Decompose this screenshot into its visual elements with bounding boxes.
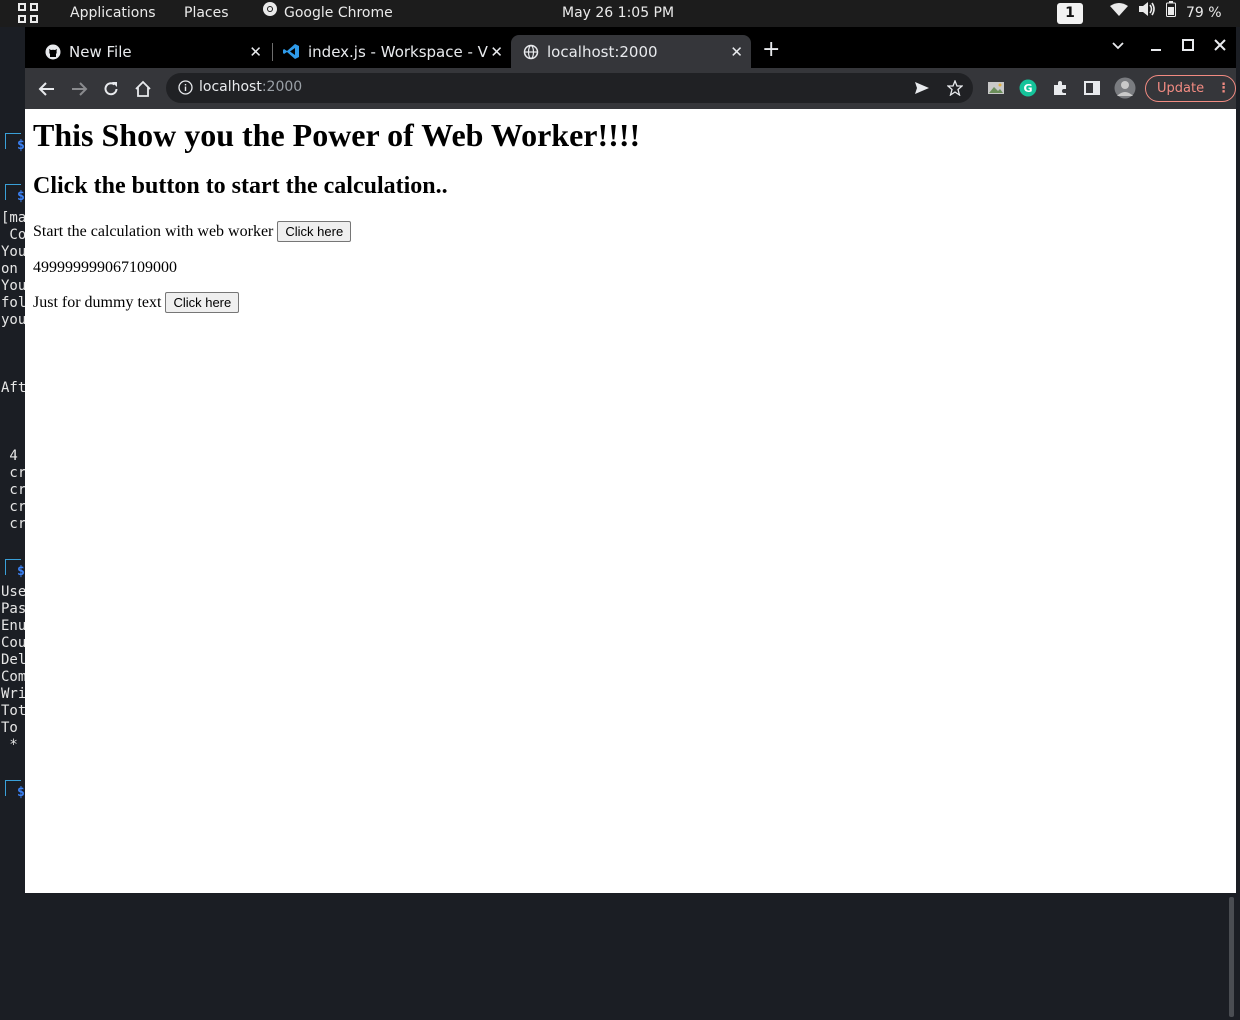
- new-tab-button[interactable]: +: [762, 39, 780, 61]
- terminal-line: Enu: [1, 618, 27, 634]
- terminal-line: cr: [1, 465, 27, 481]
- battery-icon: [1166, 0, 1176, 27]
- wifi-icon: [1110, 0, 1128, 27]
- terminal-line: You: [1, 244, 27, 260]
- url-port: :2000: [261, 79, 303, 95]
- tab-new-file[interactable]: New File ✕: [25, 35, 270, 68]
- dummy-button[interactable]: Click here: [165, 292, 240, 313]
- tab-strip: New File ✕ index.js - Workspace - Visual…: [25, 27, 1236, 68]
- terminal-line: You: [1, 278, 27, 294]
- profile-avatar[interactable]: [1114, 77, 1136, 99]
- battery-percent: 79 %: [1186, 5, 1222, 21]
- url-host: localhost: [199, 79, 262, 95]
- terminal-line: Use: [1, 584, 27, 600]
- close-icon[interactable]: ✕: [249, 43, 262, 61]
- workspace-indicator[interactable]: 1: [1057, 3, 1083, 24]
- close-icon[interactable]: ✕: [490, 43, 503, 61]
- active-app-label: Google Chrome: [284, 5, 393, 21]
- vscode-icon: [283, 43, 300, 60]
- dummy-row-label: Just for dummy text: [33, 293, 162, 311]
- system-tray[interactable]: 79 %: [1110, 0, 1222, 27]
- terminal-line: Del: [1, 652, 27, 668]
- terminal-line: Aft: [1, 380, 27, 396]
- terminal-line: Com: [1, 669, 27, 685]
- terminal-line: Pas: [1, 601, 27, 617]
- page-heading: This Show you the Power of Web Worker!!!…: [33, 117, 641, 153]
- system-top-bar: Applications Places Google Chrome May 26…: [0, 0, 1240, 27]
- terminal-line: you: [1, 312, 27, 328]
- tab-search-chevron-icon[interactable]: [1111, 37, 1125, 56]
- terminal-line: fol: [1, 295, 27, 311]
- worker-row-label: Start the calculation with web worker: [33, 222, 274, 240]
- terminal-line: on: [1, 261, 27, 277]
- terminal-prompt: $: [5, 559, 25, 579]
- tab-label: New File: [69, 42, 132, 61]
- clock[interactable]: May 26 1:05 PM: [562, 0, 674, 27]
- address-bar[interactable]: localhost:2000: [166, 73, 973, 103]
- terminal-line: cr: [1, 499, 27, 515]
- github-icon: [45, 44, 61, 60]
- calculation-result: 499999999067109000: [33, 259, 177, 276]
- url-text: localhost:2000: [199, 79, 302, 95]
- tab-label: index.js - Workspace - Visual Studio Cod…: [308, 42, 488, 61]
- svg-text:G: G: [1023, 82, 1032, 95]
- close-window-button[interactable]: [1213, 37, 1227, 56]
- page-viewport: This Show you the Power of Web Worker!!!…: [25, 109, 1236, 893]
- activities-grid-icon[interactable]: [18, 3, 40, 30]
- places-menu[interactable]: Places: [184, 0, 229, 27]
- tab-vscode[interactable]: index.js - Workspace - Visual Studio Cod…: [273, 35, 511, 68]
- update-button[interactable]: Update ⋮: [1145, 75, 1236, 102]
- forward-button[interactable]: [68, 78, 90, 100]
- close-icon[interactable]: ✕: [730, 43, 743, 61]
- volume-icon: [1138, 0, 1156, 27]
- browser-toolbar: localhost:2000 G Update ⋮: [25, 68, 1236, 109]
- start-worker-button[interactable]: Click here: [277, 221, 352, 242]
- reload-button[interactable]: [100, 78, 122, 100]
- minimize-button[interactable]: [1149, 37, 1163, 56]
- terminal-line: To: [1, 720, 27, 736]
- terminal-scrollbar[interactable]: [1229, 897, 1234, 1017]
- active-app-menu[interactable]: Google Chrome: [262, 0, 393, 27]
- terminal-line: 4: [1, 448, 18, 464]
- chrome-icon: [262, 0, 278, 27]
- browser-window: New File ✕ index.js - Workspace - Visual…: [25, 27, 1236, 893]
- maximize-button[interactable]: [1181, 37, 1195, 56]
- extensions-puzzle-icon[interactable]: [1051, 79, 1069, 97]
- terminal-line: cr: [1, 516, 27, 532]
- extension-image-icon[interactable]: [987, 79, 1005, 97]
- back-button[interactable]: [36, 78, 58, 100]
- home-button[interactable]: [132, 78, 154, 100]
- terminal-prompt: $: [5, 133, 25, 153]
- terminal-prompt: $: [5, 780, 25, 800]
- terminal-line: [ma: [1, 210, 27, 226]
- site-info-icon[interactable]: [178, 80, 193, 99]
- update-label: Update: [1157, 81, 1205, 96]
- applications-menu[interactable]: Applications: [70, 0, 156, 27]
- tab-localhost-active[interactable]: localhost:2000 ✕: [511, 35, 751, 68]
- menu-kebab-icon[interactable]: ⋮: [1217, 76, 1230, 101]
- page-subheading: Click the button to start the calculatio…: [33, 173, 448, 199]
- terminal-line: Tot: [1, 703, 27, 719]
- terminal-line: Co: [1, 227, 27, 243]
- terminal-line: Wri: [1, 686, 27, 702]
- send-tab-icon[interactable]: [914, 80, 930, 100]
- terminal-prompt: $: [5, 184, 25, 204]
- tab-label: localhost:2000: [547, 42, 658, 61]
- worker-row: Start the calculation with web worker Cl…: [33, 221, 352, 242]
- bookmark-star-icon[interactable]: [946, 79, 964, 100]
- grammarly-icon[interactable]: G: [1019, 79, 1037, 97]
- dummy-row: Just for dummy text Click here: [33, 292, 240, 313]
- terminal-line: cr: [1, 482, 27, 498]
- side-panel-icon[interactable]: [1083, 79, 1101, 97]
- terminal-line: Cou: [1, 635, 27, 651]
- terminal-line: *: [1, 737, 18, 753]
- globe-icon: [523, 44, 539, 60]
